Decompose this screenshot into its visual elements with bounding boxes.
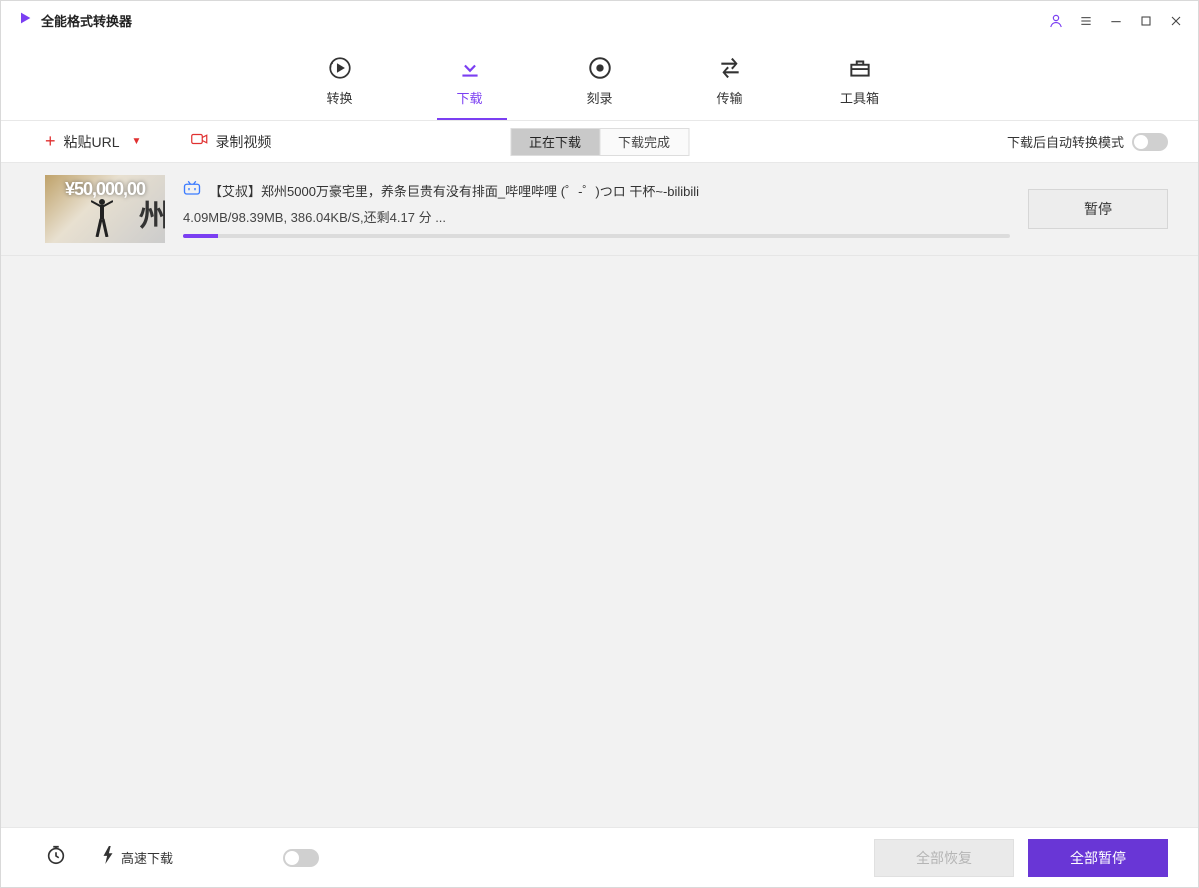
resume-all-button: 全部恢复 (874, 839, 1014, 877)
clock-icon[interactable] (45, 844, 67, 871)
hamburger-icon[interactable] (1074, 9, 1098, 33)
app-logo-icon (17, 10, 33, 31)
pause-button[interactable]: 暂停 (1028, 189, 1168, 229)
record-button[interactable]: 录制视频 (191, 132, 271, 152)
video-thumbnail: ¥50,000,00 州 (45, 175, 165, 243)
bilibili-icon (183, 180, 201, 201)
nav-download[interactable]: 下载 (435, 54, 505, 107)
nav-label: 刻录 (586, 88, 612, 107)
pause-all-button[interactable]: 全部暂停 (1028, 839, 1168, 877)
paste-url-button[interactable]: + 粘贴URL ▼ (45, 131, 141, 152)
toolbox-icon (847, 54, 873, 82)
video-title: 【艾叔】郑州5000万豪宅里，养条巨贵有没有排面_哔哩哔哩 (゜-゜)つロ 干杯… (209, 181, 699, 200)
download-status: 4.09MB/98.39MB, 386.04KB/S,还剩4.17 分 ... (183, 207, 1010, 226)
titlebar: 全能格式转换器 (1, 1, 1198, 41)
close-button[interactable] (1164, 9, 1188, 33)
nav-convert[interactable]: 转换 (305, 54, 375, 107)
user-icon[interactable] (1044, 9, 1068, 33)
minimize-button[interactable] (1104, 9, 1128, 33)
progress-fill (183, 234, 218, 238)
status-tabs: 正在下载 下载完成 (510, 128, 689, 156)
footer: 高速下载 全部恢复 全部暂停 (1, 827, 1198, 887)
camera-icon (191, 132, 209, 151)
nav-label: 转换 (326, 88, 352, 107)
nav-label: 传输 (716, 88, 742, 107)
transfer-icon (717, 54, 743, 82)
bolt-icon (101, 846, 115, 869)
tab-completed[interactable]: 下载完成 (599, 128, 689, 156)
paste-url-label: 粘贴URL (64, 132, 120, 152)
convert-icon (327, 54, 353, 82)
highspeed-group: 高速下载 (101, 846, 173, 869)
app-title: 全能格式转换器 (41, 11, 132, 30)
burn-icon (587, 54, 613, 82)
download-list: ¥50,000,00 州 【艾叔】郑州5000万豪宅里，养条巨贵有没有排面_哔哩… (1, 163, 1198, 827)
highspeed-label: 高速下载 (121, 848, 173, 867)
auto-convert-toggle[interactable] (1132, 133, 1168, 151)
main-nav: 转换 下载 刻录 传输 工具箱 (1, 41, 1198, 121)
nav-toolbox[interactable]: 工具箱 (825, 54, 895, 107)
plus-icon: + (45, 131, 56, 152)
nav-burn[interactable]: 刻录 (565, 54, 635, 107)
maximize-button[interactable] (1134, 9, 1158, 33)
download-icon (457, 54, 483, 82)
toolbar: + 粘贴URL ▼ 录制视频 正在下载 下载完成 下载后自动转换模式 (1, 121, 1198, 163)
chevron-down-icon: ▼ (132, 136, 142, 147)
nav-underline (437, 118, 507, 120)
record-label: 录制视频 (215, 132, 271, 152)
nav-label: 工具箱 (840, 88, 879, 107)
download-item: ¥50,000,00 州 【艾叔】郑州5000万豪宅里，养条巨贵有没有排面_哔哩… (1, 163, 1198, 256)
highspeed-toggle[interactable] (283, 849, 319, 867)
nav-transfer[interactable]: 传输 (695, 54, 765, 107)
progress-bar (183, 234, 1010, 238)
auto-convert-label: 下载后自动转换模式 (1007, 132, 1124, 151)
nav-label: 下载 (456, 88, 482, 107)
tab-downloading[interactable]: 正在下载 (510, 128, 599, 156)
